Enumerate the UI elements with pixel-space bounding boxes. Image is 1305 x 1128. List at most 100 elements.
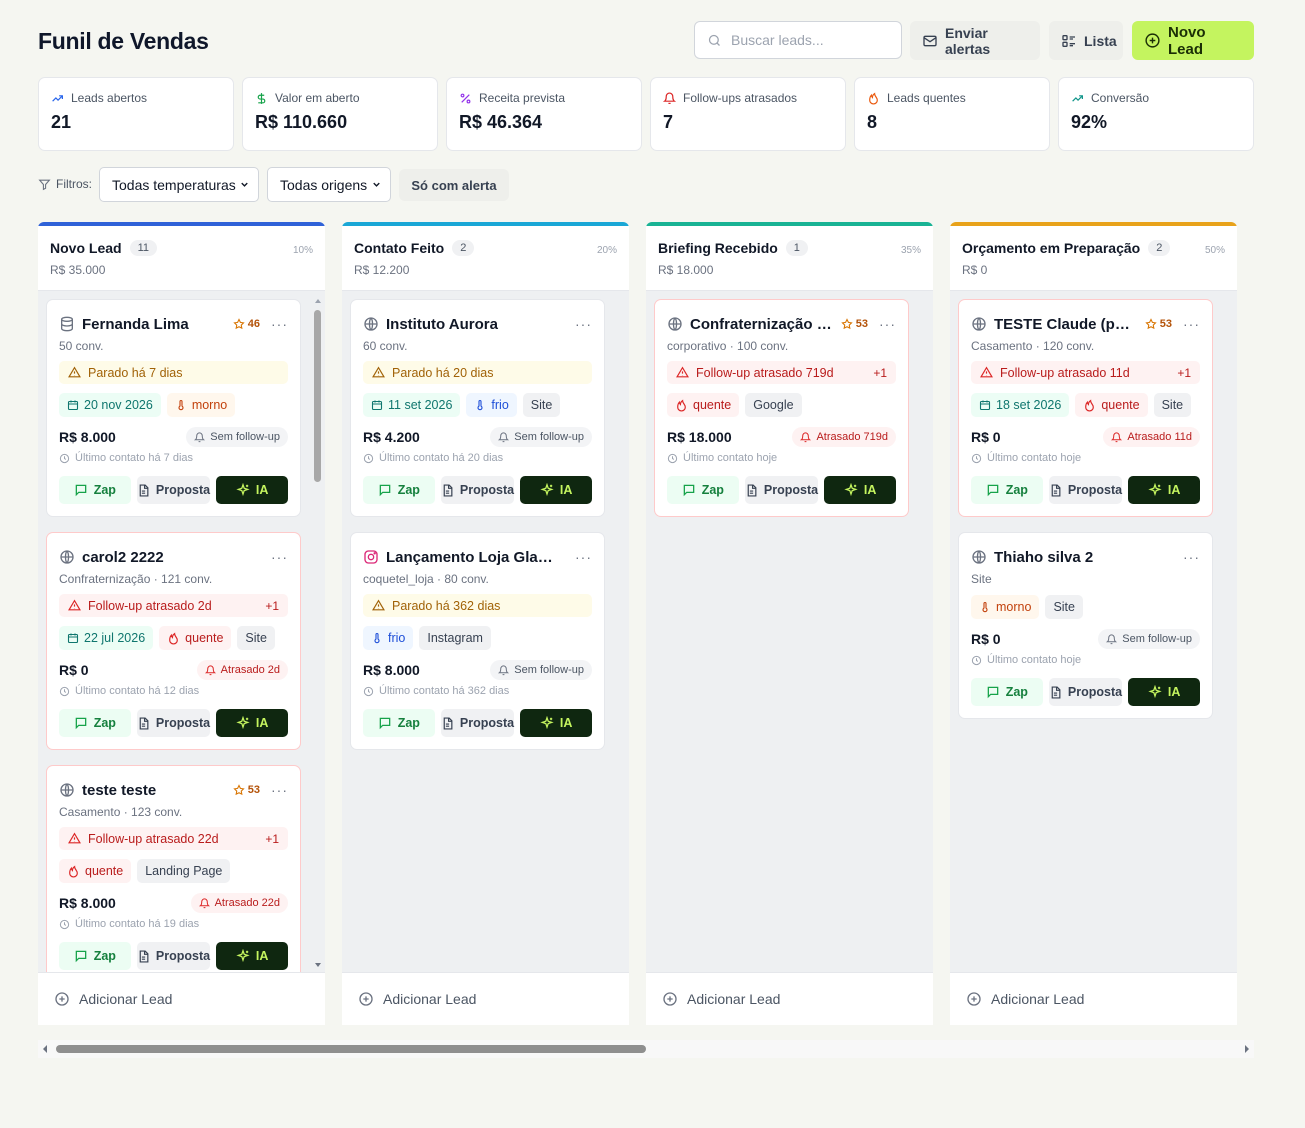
ai-button[interactable]: IA <box>520 709 592 737</box>
lead-card[interactable]: carol2 2222 ··· Confraternização · 121 con… <box>46 532 301 750</box>
more-options-icon[interactable]: ··· <box>271 782 288 798</box>
more-options-icon[interactable]: ··· <box>575 316 592 332</box>
proposal-label: Proposta <box>459 716 515 730</box>
calendar-icon <box>371 399 383 411</box>
new-lead-button[interactable]: Novo Lead <box>1132 21 1254 60</box>
more-options-icon[interactable]: ··· <box>879 316 896 332</box>
lead-score: 53 <box>841 318 868 330</box>
column-probability: 50% <box>1204 245 1225 256</box>
lead-tag-morno: morno <box>166 393 236 417</box>
ai-button[interactable]: IA <box>520 476 592 504</box>
lead-warning-extra: +1 <box>265 831 279 846</box>
add-lead-label: Adicionar Lead <box>79 991 173 1007</box>
follow-up-badge: Atrasado 719d <box>792 427 896 447</box>
whatsapp-label: Zap <box>397 483 420 497</box>
lead-card[interactable]: Instituto Aurora ··· 60 conv. Parado há 20… <box>350 299 605 517</box>
mail-icon <box>922 33 938 49</box>
proposal-button[interactable]: Proposta <box>136 476 211 504</box>
proposal-button[interactable]: Proposta <box>440 709 515 737</box>
clock-icon <box>667 453 678 464</box>
sparkles-icon <box>1148 685 1162 699</box>
last-contact-text: Último contato há 19 dias <box>75 918 200 930</box>
column-cards: Fernanda Lima 46 ··· 50 conv. Parado há 7 … <box>38 291 325 972</box>
temperature-select[interactable]: Todas temperaturas <box>99 167 259 202</box>
lead-card[interactable]: Lançamento Loja Glamour ··· coquetel_loja … <box>350 532 605 750</box>
whatsapp-button[interactable]: Zap <box>971 678 1043 706</box>
whatsapp-button[interactable]: Zap <box>59 942 131 970</box>
ai-button[interactable]: IA <box>216 942 288 970</box>
search-box[interactable] <box>694 21 902 59</box>
more-options-icon[interactable]: ··· <box>271 549 288 565</box>
lead-name: carol2 2222 <box>82 548 164 566</box>
stat-value: R$ 46.364 <box>459 112 543 132</box>
add-lead-button[interactable]: Adicionar Lead <box>646 972 933 1025</box>
warning-icon <box>68 366 81 379</box>
column-cards: Confraternização Tech 53 ··· corporativo ·… <box>646 291 933 972</box>
board-horizontal-scrollbar[interactable] <box>38 1040 1254 1058</box>
bell-icon <box>204 664 216 676</box>
flame-icon <box>1083 399 1096 412</box>
proposal-button[interactable]: Proposta <box>1048 678 1123 706</box>
warning-icon <box>372 366 385 379</box>
proposal-button[interactable]: Proposta <box>440 476 515 504</box>
card-actions: Zap Proposta IA <box>59 476 288 504</box>
whatsapp-button[interactable]: Zap <box>667 476 739 504</box>
only-alert-toggle[interactable]: Só com alerta <box>399 169 509 201</box>
whatsapp-button[interactable]: Zap <box>59 709 131 737</box>
lead-card[interactable]: teste teste 53 ··· Casamento · 123 conv. F… <box>46 765 301 972</box>
lead-card[interactable]: Fernanda Lima 46 ··· 50 conv. Parado há 7 … <box>46 299 301 517</box>
origin-select[interactable]: Todas origens <box>267 167 391 202</box>
ai-button[interactable]: IA <box>1128 678 1200 706</box>
proposal-button[interactable]: Proposta <box>1048 476 1123 504</box>
more-options-icon[interactable]: ··· <box>271 316 288 332</box>
lead-score-value: 46 <box>247 318 260 330</box>
thermometer-icon <box>979 601 991 613</box>
board-scroll-thumb[interactable] <box>56 1045 646 1053</box>
lead-card[interactable]: Thiaho silva 2 ··· Site morno Site R$ 0 Sem … <box>958 532 1213 719</box>
lead-value: R$ 0 <box>971 631 1001 647</box>
sparkles-icon <box>236 949 250 963</box>
lead-value: R$ 8.000 <box>59 429 116 445</box>
proposal-button[interactable]: Proposta <box>136 942 211 970</box>
send-alerts-label: Enviar alertas <box>945 24 991 57</box>
follow-up-badge: Atrasado 2d <box>196 660 288 680</box>
add-lead-button[interactable]: Adicionar Lead <box>342 972 629 1025</box>
whatsapp-button[interactable]: Zap <box>59 476 131 504</box>
more-options-icon[interactable]: ··· <box>1183 316 1200 332</box>
stat-value: 92% <box>1071 112 1108 132</box>
lead-name: Lançamento Loja Glamour <box>386 548 564 566</box>
lead-tag-text: 11 set 2026 <box>388 398 453 412</box>
follow-up-badge: Sem follow-up <box>490 660 592 680</box>
search-input[interactable] <box>731 32 881 48</box>
more-options-icon[interactable]: ··· <box>575 549 592 565</box>
star-icon <box>1145 318 1157 330</box>
ai-button[interactable]: IA <box>216 476 288 504</box>
list-view-button[interactable]: Lista <box>1049 21 1123 60</box>
whatsapp-button[interactable]: Zap <box>971 476 1043 504</box>
lead-card[interactable]: Confraternização Tech 53 ··· corporativo ·… <box>654 299 909 517</box>
column-scrollbar[interactable] <box>312 296 324 970</box>
card-actions: Zap Proposta IA <box>667 476 896 504</box>
document-icon <box>1049 685 1062 699</box>
calendar-icon <box>67 399 79 411</box>
column-scroll-thumb[interactable] <box>314 310 321 482</box>
ai-button[interactable]: IA <box>1128 476 1200 504</box>
lead-tag-date: 20 nov 2026 <box>59 393 161 417</box>
ai-button[interactable]: IA <box>824 476 896 504</box>
more-options-icon[interactable]: ··· <box>1183 549 1200 565</box>
whatsapp-button[interactable]: Zap <box>363 709 435 737</box>
follow-up-badge: Atrasado 11d <box>1103 427 1200 447</box>
ai-button[interactable]: IA <box>216 709 288 737</box>
whatsapp-button[interactable]: Zap <box>363 476 435 504</box>
pipeline-column: Briefing Recebido 1 35% R$ 18.000 Confra… <box>646 222 933 1025</box>
add-lead-button[interactable]: Adicionar Lead <box>38 972 325 1025</box>
lead-card[interactable]: TESTE Claude (pode excluir) 53 ··· Casamen… <box>958 299 1213 517</box>
lead-warning: Parado há 362 dias <box>363 594 592 617</box>
lead-warning-text: Follow-up atrasado 22d <box>88 831 219 846</box>
send-alerts-button[interactable]: Enviar alertas <box>910 21 1040 60</box>
proposal-button[interactable]: Proposta <box>744 476 819 504</box>
add-lead-button[interactable]: Adicionar Lead <box>950 972 1237 1025</box>
proposal-button[interactable]: Proposta <box>136 709 211 737</box>
document-icon <box>137 716 150 730</box>
lead-tag-text: quente <box>1101 398 1140 412</box>
